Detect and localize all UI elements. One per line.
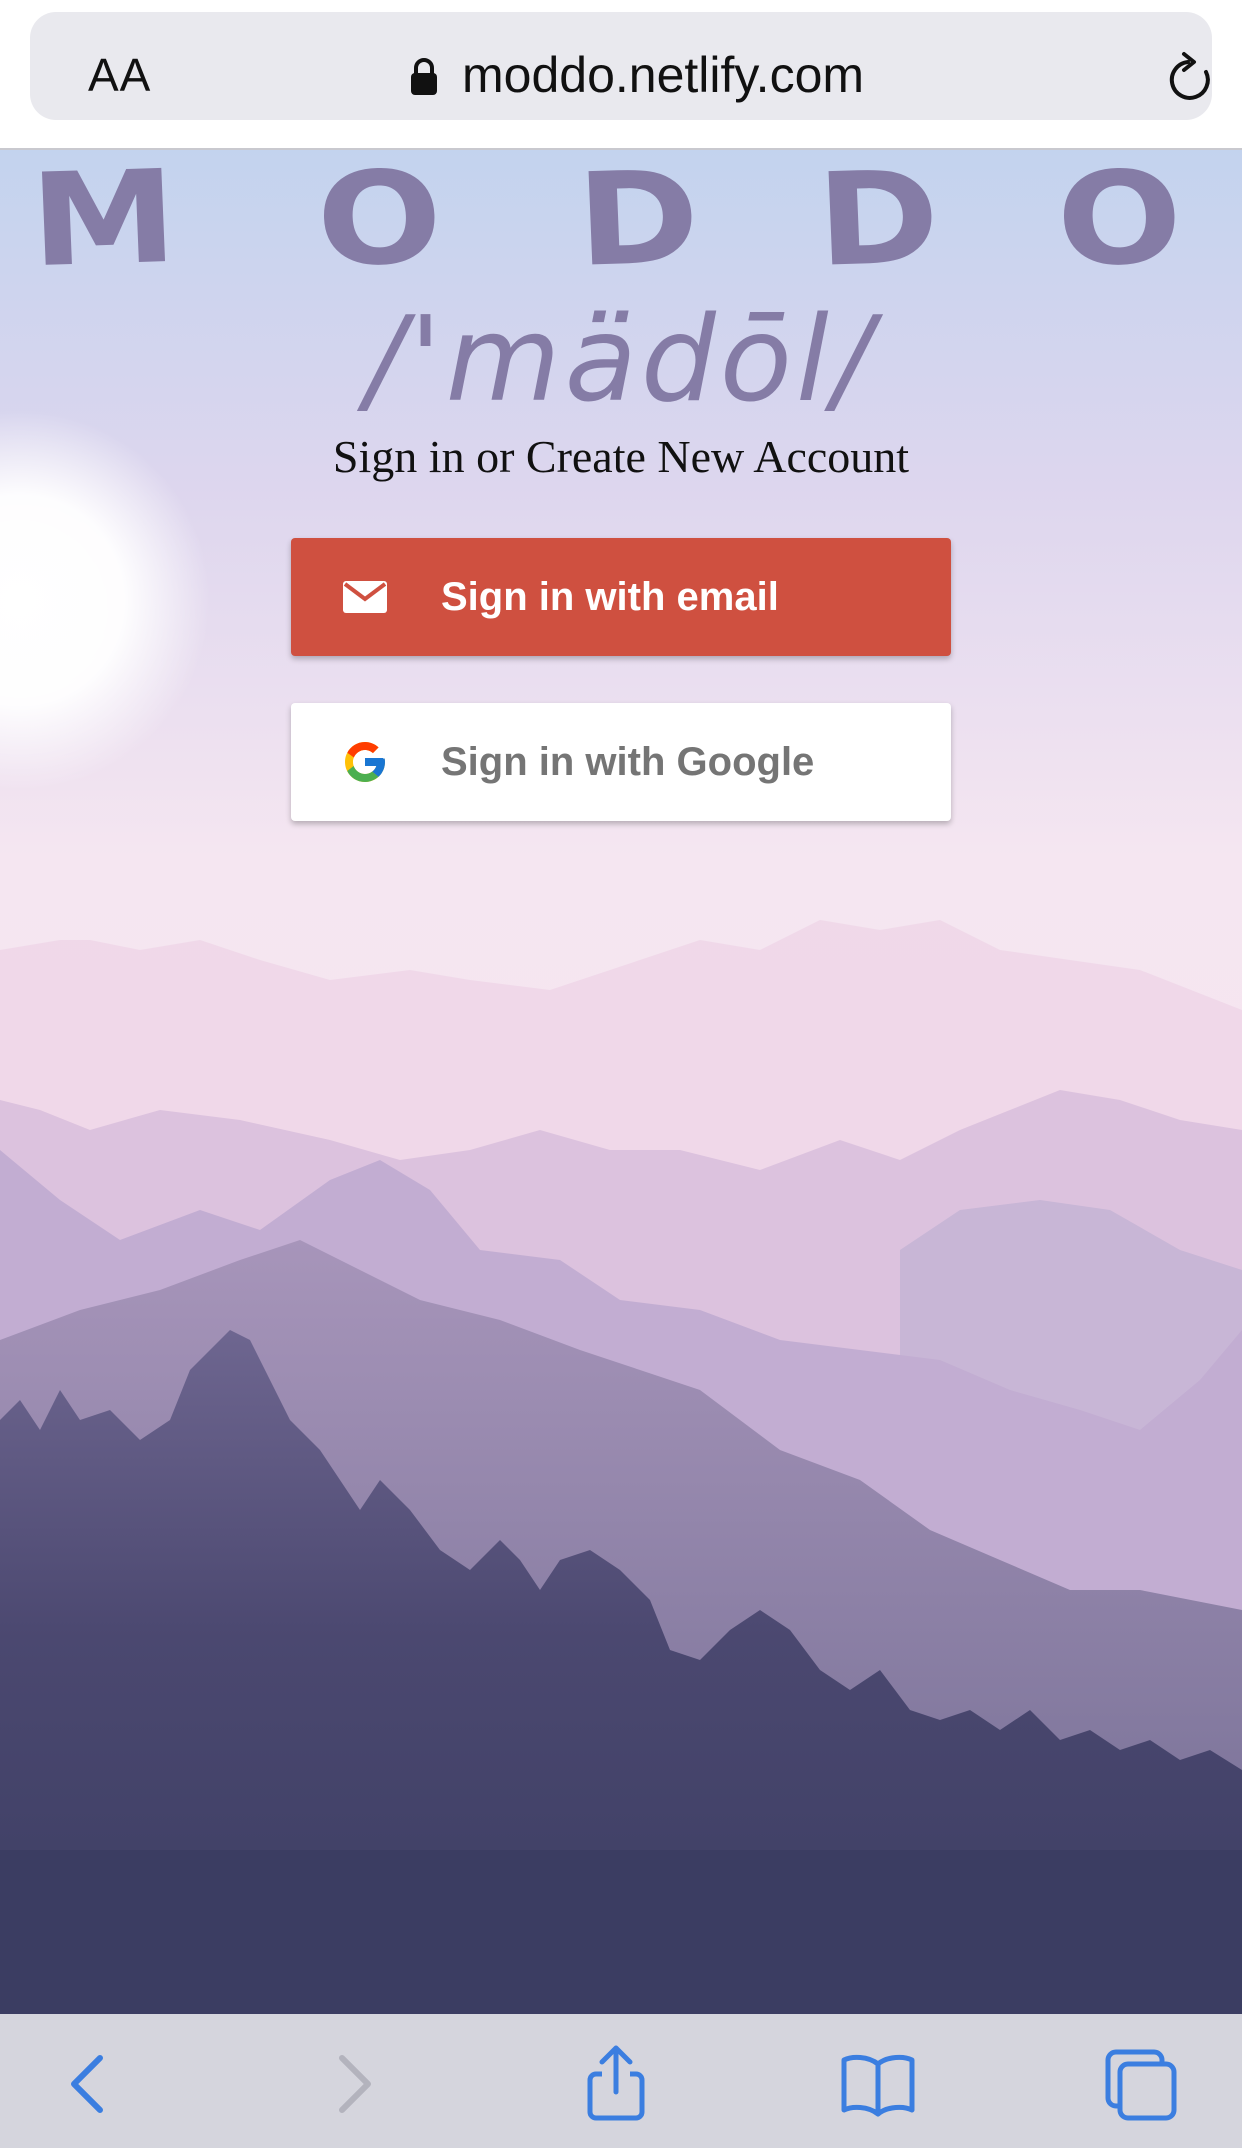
envelope-icon — [343, 581, 387, 613]
sign-in-email-label: Sign in with email — [441, 575, 779, 619]
tabs-icon[interactable] — [1100, 2044, 1180, 2124]
chevron-left-icon[interactable] — [50, 2044, 130, 2124]
pronunciation: /'mädōl/ — [365, 290, 877, 428]
book-icon[interactable] — [838, 2044, 918, 2124]
sign-in-heading: Sign in or Create New Account — [332, 431, 910, 482]
lock-icon — [411, 58, 437, 95]
text-size-button[interactable]: AA — [88, 48, 151, 102]
google-g-icon — [345, 742, 385, 782]
sign-in-email-button[interactable]: Sign in with email — [291, 538, 951, 656]
logo-letter: D — [814, 143, 943, 296]
sign-in-google-label: Sign in with Google — [441, 740, 815, 784]
moddo-logo: M O D D O — [0, 142, 1242, 297]
logo-letter: O — [1053, 143, 1185, 296]
browser-address-bar: AA moddo.netlify.com — [0, 0, 1242, 150]
url-domain: moddo.netlify.com — [462, 47, 865, 103]
logo-letter: M — [27, 142, 180, 297]
logo-letter: D — [574, 143, 703, 296]
chevron-right-icon[interactable] — [312, 2044, 392, 2124]
url-field[interactable]: AA moddo.netlify.com — [30, 12, 1212, 120]
share-icon[interactable] — [576, 2044, 656, 2124]
logo-letter: O — [313, 143, 445, 296]
reload-icon[interactable] — [1166, 50, 1216, 108]
sign-in-google-button[interactable]: Sign in with Google — [291, 703, 951, 821]
browser-toolbar — [0, 2014, 1242, 2148]
